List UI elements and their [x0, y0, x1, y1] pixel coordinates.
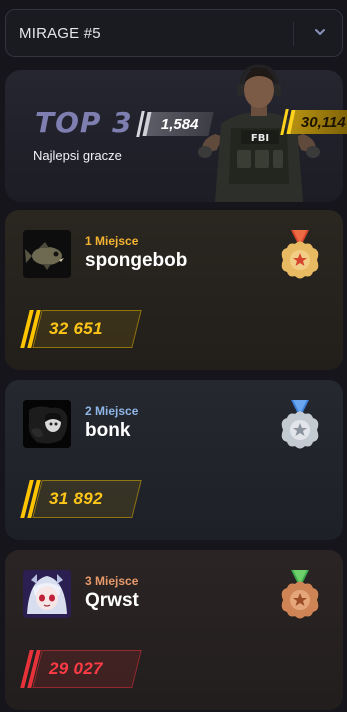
- svg-text:FBI: FBI: [251, 133, 269, 144]
- map-select[interactable]: MIRAGE #5: [5, 9, 343, 57]
- map-select-value: MIRAGE #5: [19, 25, 101, 42]
- silver-medal-icon: [281, 400, 319, 449]
- gold-medal-icon: [281, 230, 319, 279]
- player-name: spongebob: [85, 250, 188, 271]
- player-score: 31 892: [49, 489, 103, 508]
- player-avatar: [23, 570, 71, 618]
- banner-title: TOP 3: [35, 106, 133, 139]
- score-badge: 32 651: [20, 310, 143, 348]
- silver-score-value: 1,584: [161, 115, 199, 133]
- anime-character-avatar-icon: [23, 570, 71, 618]
- select-divider: [293, 22, 294, 46]
- player-avatar: [23, 400, 71, 448]
- player-score: 32 651: [49, 319, 103, 338]
- chevron-down-icon[interactable]: [312, 24, 328, 40]
- dark-figure-avatar-icon: [23, 400, 71, 448]
- score-badge: 29 027: [20, 650, 143, 688]
- score-badge: 31 892: [20, 480, 143, 518]
- place-label: 2 Miejsce: [85, 404, 139, 418]
- gold-score-value: 30,114: [300, 113, 346, 131]
- player-name: Qrwst: [85, 590, 139, 611]
- leaderboard-card-3[interactable]: 3 Miejsce Qrwst 29 027: [5, 550, 343, 710]
- place-label: 1 Miejsce: [85, 234, 139, 248]
- fish-avatar-icon: [23, 230, 71, 278]
- top3-banner: TOP 3 Najlepsi gracze FBI 1,584 30,114: [5, 64, 347, 202]
- bronze-medal-icon: [281, 570, 319, 619]
- place-label: 3 Miejsce: [85, 574, 139, 588]
- player-name: bonk: [85, 420, 131, 441]
- leaderboard-card-1[interactable]: 1 Miejsce spongebob 32 651: [5, 210, 343, 370]
- player-score: 29 027: [49, 659, 103, 678]
- banner-subtitle: Najlepsi gracze: [33, 148, 122, 163]
- gold-score-pill: 30,114: [286, 110, 347, 134]
- silver-score-pill: 1,584: [142, 112, 214, 136]
- leaderboard-card-2[interactable]: 2 Miejsce bonk 31 892: [5, 380, 343, 540]
- player-avatar: [23, 230, 71, 278]
